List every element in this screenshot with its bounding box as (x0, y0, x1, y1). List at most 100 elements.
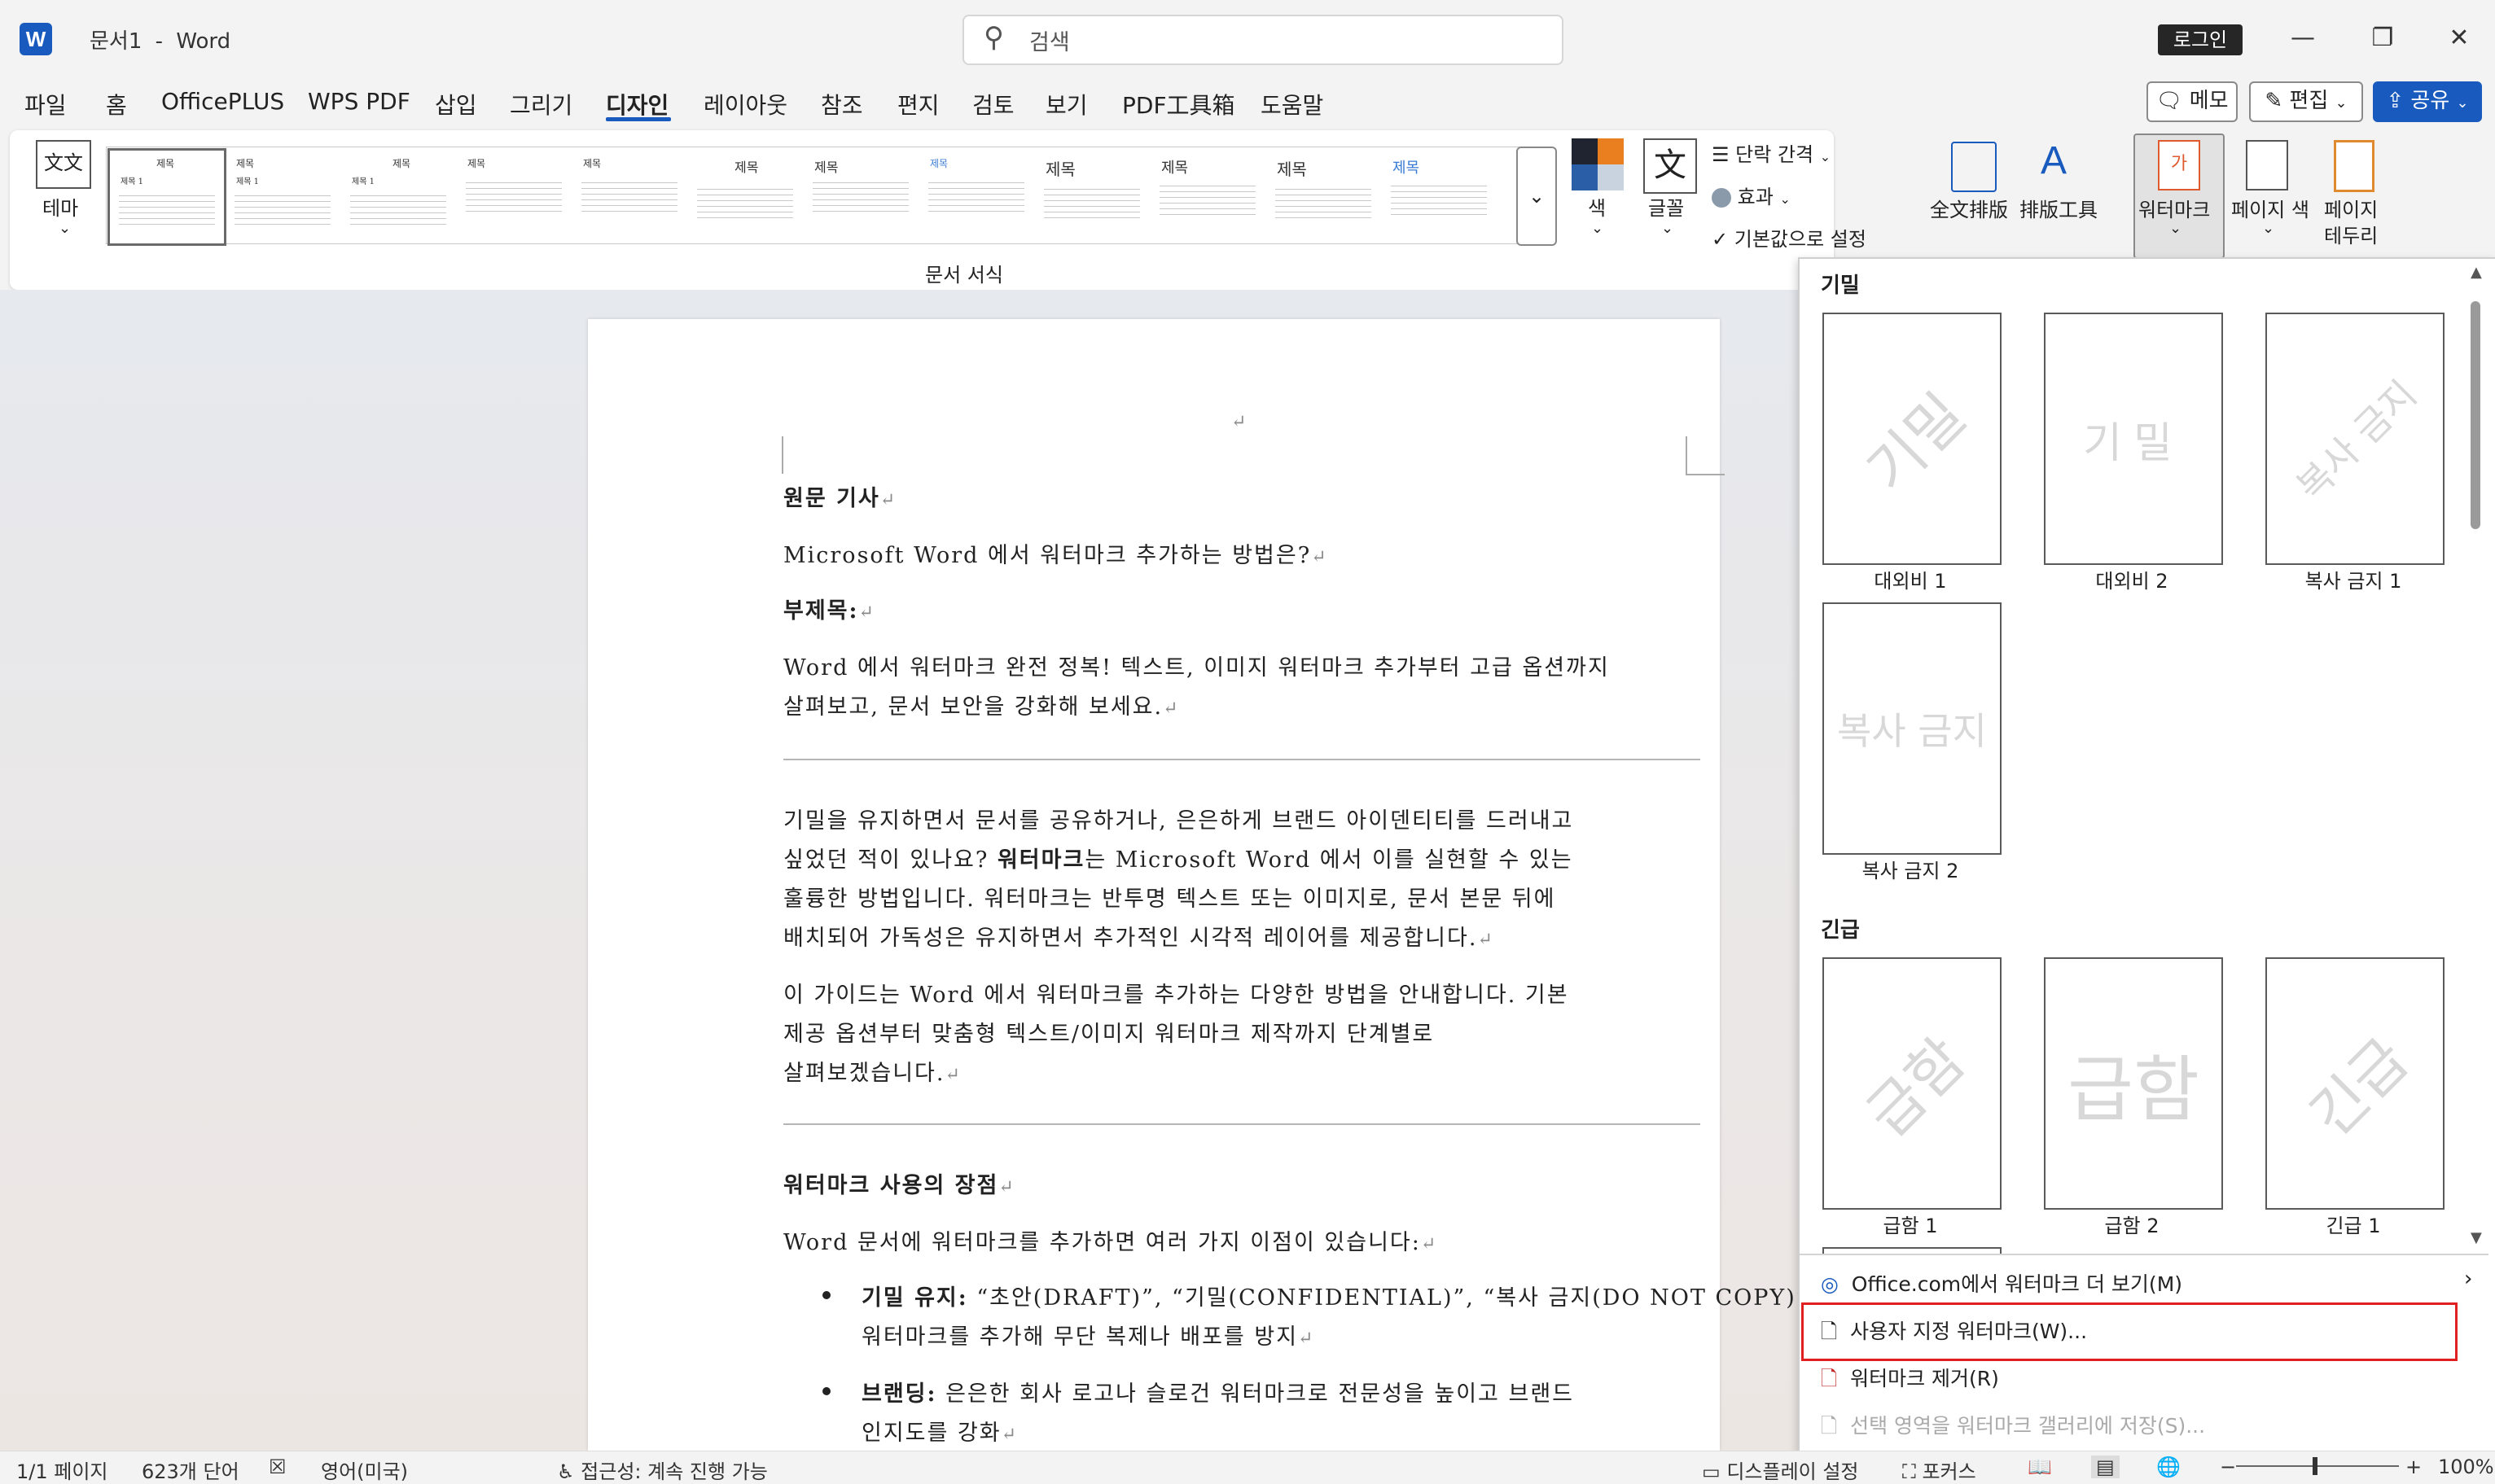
scroll-down-arrow-icon[interactable]: ▼ (2471, 1229, 2482, 1246)
gallery-more-button[interactable]: ⌄ (1516, 147, 1557, 246)
style-thumb-9[interactable]: 제목 (1037, 151, 1148, 241)
zoom-slider-thumb[interactable] (2313, 1457, 2317, 1475)
tab-home[interactable]: 홈 (106, 88, 127, 120)
doc-title-line[interactable]: Microsoft Word 에서 워터마크 추가하는 방법은?↵ (783, 537, 1328, 569)
doc-para-2-line-3[interactable]: 살펴보겠습니다.↵ (783, 1055, 962, 1087)
tab-insert[interactable]: 삽입 (435, 88, 477, 120)
tab-help[interactable]: 도움말 (1261, 88, 1323, 120)
restore-icon[interactable]: ❐ (2358, 20, 2407, 57)
tab-design[interactable]: 디자인 (606, 88, 669, 120)
doc-para-1-line-4[interactable]: 배치되어 가독성은 유지하면서 추가적인 시각적 레이어를 제공합니다.↵ (783, 920, 1494, 952)
page-count[interactable]: 1/1 페이지 (16, 1456, 108, 1484)
language[interactable]: 영어(미국) (321, 1456, 408, 1484)
watermark-option-confidential-2[interactable]: 기밀 (2044, 313, 2223, 565)
doc-subtitle-line-1[interactable]: Word 에서 워터마크 완전 정복! 텍스트, 이미지 워터마크 추가부터 고… (783, 650, 1610, 681)
tab-references[interactable]: 참조 (821, 88, 863, 120)
style-thumb-8[interactable]: 제목 (922, 151, 1033, 241)
doc-para-3[interactable]: Word 문서에 워터마크를 추가하면 여러 가지 이점이 있습니다:↵ (783, 1224, 1437, 1256)
memo-button[interactable]: 🗨 메모 (2146, 81, 2238, 122)
style-thumb-lines (1275, 184, 1371, 220)
fonts-button[interactable]: 글꼴 (1648, 192, 1684, 221)
style-thumb-4[interactable]: 제목 (459, 151, 570, 241)
style-thumb-2[interactable]: 제목 제목 1 (228, 151, 339, 241)
document-format-group-label: 문서 서식 (925, 264, 1003, 287)
doc-bullet-2-line-1[interactable]: 브랜딩: 은은한 회사 로고나 슬로건 워터마크로 전문성을 높이고 브랜드 (862, 1376, 1574, 1407)
chevron-down-icon[interactable]: ⌄ (2262, 220, 2274, 237)
style-thumb-3[interactable]: 제목 제목 1 (344, 151, 454, 241)
layout-tool-button[interactable]: 排版工具 (2019, 194, 2098, 222)
tab-draw[interactable]: 그리기 (510, 88, 572, 120)
zoom-slider-track[interactable] (2236, 1465, 2399, 1467)
set-default-button[interactable]: ✓ 기본값으로 설정 (1712, 223, 1866, 252)
full-layout-button[interactable]: 全文排版 (1930, 194, 2008, 222)
share-button[interactable]: ⇪ 공유 ⌄ (2373, 81, 2482, 122)
scroll-up-arrow-icon[interactable]: ▲ (2471, 264, 2482, 281)
scroll-thumb[interactable] (2471, 301, 2480, 529)
chevron-down-icon[interactable]: ⌄ (1591, 220, 1603, 237)
doc-para-2-line-2[interactable]: 제공 옵션부터 맞춤형 텍스트/이미지 워터마크 제작까지 단계별로 (783, 1016, 1434, 1048)
watermark-option-partial[interactable] (1822, 1247, 2002, 1254)
watermark-preview-text: 급함 (2067, 1047, 2199, 1132)
accessibility-status[interactable]: ♿ 접근성: 계속 진행 가능 (557, 1456, 768, 1484)
tab-mailings[interactable]: 편지 (897, 88, 940, 120)
minimize-icon[interactable]: — (2278, 20, 2327, 57)
style-thumb-12[interactable]: 제목 (1384, 151, 1495, 241)
edit-button[interactable]: ✎ 편집 ⌄ (2249, 81, 2363, 122)
doc-subtitle-label[interactable]: 부제목:↵ (783, 593, 875, 624)
proofing-icon[interactable]: ☒ (269, 1456, 287, 1478)
doc-para-1-line-2[interactable]: 싶었던 적이 있나요? 워터마크는 Microsoft Word 에서 이를 실… (783, 842, 1573, 873)
watermark-option-asap-1[interactable]: 긴급 (2265, 957, 2445, 1210)
watermark-option-no-copy-2[interactable]: 복사 금지 (1822, 602, 2002, 855)
print-layout-icon[interactable]: ▤ (2091, 1456, 2120, 1478)
watermark-option-no-copy-1[interactable]: 복사 금지 (2265, 313, 2445, 565)
paragraph-spacing-button[interactable]: ☰ 단락 간격 ⌄ (1712, 138, 1831, 167)
watermark-option-confidential-1[interactable]: 기밀 (1822, 313, 2002, 565)
save-selection-item[interactable]: 🗋 선택 영역을 워터마크 갤러리에 저장(S)... (1821, 1410, 2205, 1446)
style-thumb-5[interactable]: 제목 (575, 151, 686, 241)
tab-view[interactable]: 보기 (1046, 88, 1088, 120)
remove-watermark-item[interactable]: 🗋 워터마크 제거(R) (1821, 1363, 1999, 1399)
focus-button[interactable]: ⛶ 포커스 (1902, 1456, 1976, 1484)
watermark-preview-text: 복사 금지 (1837, 709, 1987, 753)
style-thumb-6[interactable]: 제목 (691, 151, 801, 241)
doc-para-1-line-1[interactable]: 기밀을 유지하면서 문서를 공유하거나, 은은하게 브랜드 아이덴티티를 드러내… (783, 803, 1573, 834)
page-border-label-2[interactable]: 테두리 (2324, 220, 2378, 248)
tab-file[interactable]: 파일 (24, 88, 67, 120)
doc-heading-2[interactable]: 워터마크 사용의 장점↵ (783, 1167, 1015, 1199)
doc-bullet-2-line-2[interactable]: 인지도를 강화↵ (862, 1415, 1018, 1447)
effects-button[interactable]: 효과 ⌄ (1712, 181, 1791, 209)
doc-bullet-1-line-2[interactable]: 워터마크를 추가해 무단 복제나 배포를 방지↵ (862, 1319, 1314, 1350)
login-button[interactable]: 로그인 (2158, 24, 2243, 55)
custom-watermark-item[interactable]: 🗋 사용자 지정 워터마크(W)... (1821, 1315, 2087, 1351)
doc-subtitle-line-2[interactable]: 살펴보고, 문서 보안을 강화해 보세요.↵ (783, 689, 1180, 720)
more-watermarks-online[interactable]: ◎ Office.com에서 워터마크 더 보기(M) (1821, 1268, 2182, 1298)
doc-para-2-line-1[interactable]: 이 가이드는 Word 에서 워터마크를 추가하는 다양한 방법을 안내합니다.… (783, 977, 1569, 1009)
chevron-down-icon[interactable]: ⌄ (59, 220, 71, 237)
page-color-button[interactable]: 페이지 색 (2231, 194, 2309, 222)
zoom-out-icon[interactable]: − (2220, 1456, 2236, 1478)
zoom-in-icon[interactable]: + (2405, 1456, 2422, 1478)
style-thumb-11[interactable]: 제목 (1269, 151, 1379, 241)
theme-button[interactable]: 테마 (42, 192, 78, 221)
style-thumb-7[interactable]: 제목 (806, 151, 917, 241)
chevron-down-icon[interactable]: ⌄ (1661, 220, 1673, 237)
doc-bullet-1-line-1[interactable]: 기밀 유지: “초안(DRAFT)”, “기밀(CONFIDENTIAL)”, … (862, 1280, 1809, 1311)
zoom-level[interactable]: 100% (2438, 1456, 2494, 1478)
read-mode-icon[interactable]: 📖 (2028, 1456, 2052, 1478)
display-settings-button[interactable]: ▭ 디스플레이 설정 (1702, 1456, 1859, 1484)
tab-layout[interactable]: 레이아웃 (704, 88, 787, 120)
web-layout-icon[interactable]: 🌐 (2156, 1456, 2181, 1478)
word-count[interactable]: 623개 단어 (142, 1456, 239, 1484)
tab-review[interactable]: 검토 (972, 88, 1015, 120)
watermark-option-urgent-1[interactable]: 급함 (1822, 957, 2002, 1210)
tab-wps-pdf[interactable]: WPS PDF (308, 88, 410, 115)
style-thumb-10[interactable]: 제목 (1153, 151, 1264, 241)
page-border-label-1[interactable]: 페이지 (2324, 194, 2378, 222)
colors-button[interactable]: 색 (1588, 192, 1606, 221)
close-icon[interactable]: ✕ (2435, 20, 2484, 57)
tab-officeplus[interactable]: OfficePLUS (161, 88, 284, 115)
tab-pdf-toolbox[interactable]: PDF工具箱 (1122, 88, 1235, 120)
watermark-option-urgent-2[interactable]: 급함 (2044, 957, 2223, 1210)
doc-heading-original[interactable]: 원문 기사↵ (783, 480, 897, 512)
doc-para-1-line-3[interactable]: 훌륭한 방법입니다. 워터마크는 반투명 텍스트 또는 이미지로, 문서 본문 … (783, 881, 1555, 913)
